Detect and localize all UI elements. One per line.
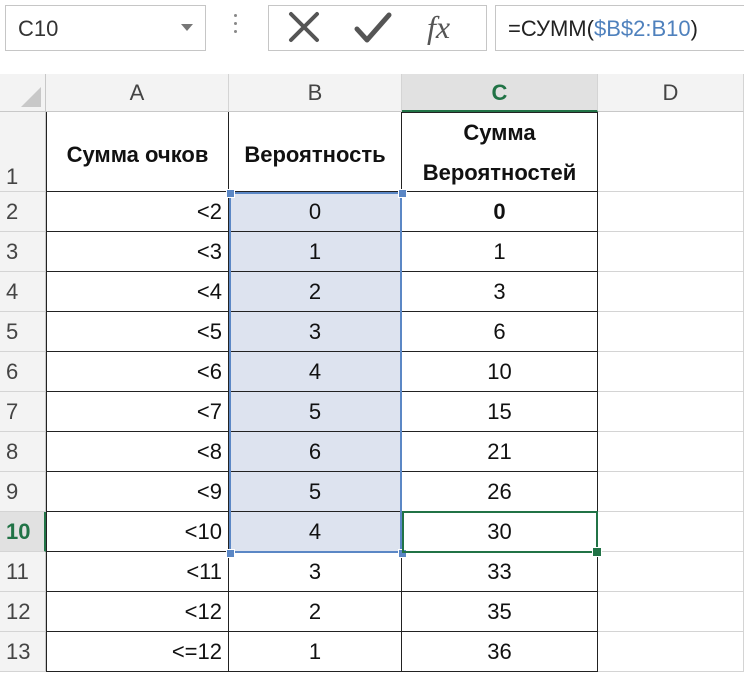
row-header-10[interactable]: 10 — [0, 512, 46, 552]
cell-b5[interactable]: 3 — [229, 312, 402, 352]
cell-c9[interactable]: 26 — [402, 472, 598, 512]
cell-c12[interactable]: 35 — [402, 592, 598, 632]
cell-a8[interactable]: <8 — [46, 432, 229, 472]
cell-d5[interactable] — [598, 312, 744, 352]
selection-handle[interactable] — [398, 189, 407, 198]
cell-c6[interactable]: 10 — [402, 352, 598, 392]
cancel-button[interactable] — [277, 9, 333, 47]
formula-text: =СУММ($B$2:B10) — [508, 16, 698, 42]
cell-b13[interactable]: 1 — [229, 632, 402, 672]
cell-d10[interactable] — [598, 512, 744, 552]
selection-handle[interactable] — [226, 549, 235, 558]
cell-b11[interactable]: 3 — [229, 552, 402, 592]
formula-input[interactable]: =СУММ($B$2:B10) — [495, 5, 744, 51]
formula-buttons: fx — [268, 5, 487, 51]
cell-a2[interactable]: <2 — [46, 192, 229, 232]
cell-a6[interactable]: <6 — [46, 352, 229, 392]
enter-button[interactable] — [345, 9, 401, 47]
cell-a5[interactable]: <5 — [46, 312, 229, 352]
insert-function-button[interactable]: fx — [415, 9, 471, 47]
cell-b6[interactable]: 4 — [229, 352, 402, 392]
cell-a13[interactable]: <=12 — [46, 632, 229, 672]
cell-d6[interactable] — [598, 352, 744, 392]
cell-c13[interactable]: 36 — [402, 632, 598, 672]
chevron-down-icon[interactable] — [181, 24, 193, 31]
row-header-6[interactable]: 6 — [0, 352, 46, 392]
fill-handle[interactable] — [592, 547, 602, 557]
cell-b7[interactable]: 5 — [229, 392, 402, 432]
cell-d3[interactable] — [598, 232, 744, 272]
cell-d13[interactable] — [598, 632, 744, 672]
cell-b2[interactable]: 0 — [229, 192, 402, 232]
cell-c10[interactable]: 30 — [402, 512, 598, 552]
cell-d12[interactable] — [598, 592, 744, 632]
selection-handle[interactable] — [398, 549, 407, 558]
column-header-c[interactable]: C — [402, 74, 598, 112]
cell-b12[interactable]: 2 — [229, 592, 402, 632]
formula-prefix: =СУММ( — [508, 16, 594, 41]
cell-a9[interactable]: <9 — [46, 472, 229, 512]
checkmark-icon — [354, 12, 392, 43]
selection-handle[interactable] — [226, 189, 235, 198]
select-all-button[interactable] — [0, 74, 46, 112]
select-all-icon — [21, 87, 41, 107]
row-header-5[interactable]: 5 — [0, 312, 46, 352]
formula-range-ref: $B$2:B10 — [593, 16, 691, 41]
cell-a12[interactable]: <12 — [46, 592, 229, 632]
column-header-a[interactable]: A — [46, 74, 229, 112]
cell-b3[interactable]: 1 — [229, 232, 402, 272]
cell-c3[interactable]: 1 — [402, 232, 598, 272]
close-icon — [289, 12, 319, 42]
cell-d4[interactable] — [598, 272, 744, 312]
cell-b10[interactable]: 4 — [229, 512, 402, 552]
row-header-7[interactable]: 7 — [0, 392, 46, 432]
cell-a10[interactable]: <10 — [46, 512, 229, 552]
row-header-3[interactable]: 3 — [0, 232, 46, 272]
cell-c7[interactable]: 15 — [402, 392, 598, 432]
cell-a3[interactable]: <3 — [46, 232, 229, 272]
cell-a11[interactable]: <11 — [46, 552, 229, 592]
cell-a7[interactable]: <7 — [46, 392, 229, 432]
cell-c2[interactable]: 0 — [402, 192, 598, 232]
cell-d2[interactable] — [598, 192, 744, 232]
cell-b4[interactable]: 2 — [229, 272, 402, 312]
row-header-2[interactable]: 2 — [0, 192, 46, 232]
cell-d8[interactable] — [598, 432, 744, 472]
row-header-8[interactable]: 8 — [0, 432, 46, 472]
cell-b8[interactable]: 6 — [229, 432, 402, 472]
cell-b1[interactable]: Вероятность — [229, 112, 402, 192]
column-header-d[interactable]: D — [598, 74, 744, 112]
formula-suffix: ) — [690, 16, 698, 41]
cell-c4[interactable]: 3 — [402, 272, 598, 312]
row-header-11[interactable]: 11 — [0, 552, 46, 592]
cell-c1-line1: Сумма — [463, 120, 536, 145]
cell-d9[interactable] — [598, 472, 744, 512]
cell-a4[interactable]: <4 — [46, 272, 229, 312]
cell-d7[interactable] — [598, 392, 744, 432]
cell-d1[interactable] — [598, 112, 744, 192]
row-header-1[interactable]: 1 — [0, 112, 46, 192]
row-header-4[interactable]: 4 — [0, 272, 46, 312]
spreadsheet-grid: ABCD 1 Сумма очков Вероятность Сумма Вероятн… — [0, 74, 744, 674]
formula-bar-area: C10 fx =СУММ($B$2:B10) — [0, 0, 744, 74]
name-box-value: C10 — [18, 16, 59, 41]
column-header-b[interactable]: B — [229, 74, 402, 112]
cell-b9[interactable]: 5 — [229, 472, 402, 512]
cell-a1[interactable]: Сумма очков — [46, 112, 229, 192]
cell-c1-line2: Вероятностей — [422, 160, 577, 185]
more-options-icon[interactable] — [232, 14, 238, 42]
cell-c5[interactable]: 6 — [402, 312, 598, 352]
cell-c11[interactable]: 33 — [402, 552, 598, 592]
row-header-12[interactable]: 12 — [0, 592, 46, 632]
name-box[interactable]: C10 — [5, 5, 206, 51]
cell-c8[interactable]: 21 — [402, 432, 598, 472]
row-header-13[interactable]: 13 — [0, 632, 46, 672]
cell-d11[interactable] — [598, 552, 744, 592]
cell-c1[interactable]: Сумма Вероятностей — [402, 112, 598, 192]
row-header-9[interactable]: 9 — [0, 472, 46, 512]
fx-icon: fx — [427, 9, 451, 45]
